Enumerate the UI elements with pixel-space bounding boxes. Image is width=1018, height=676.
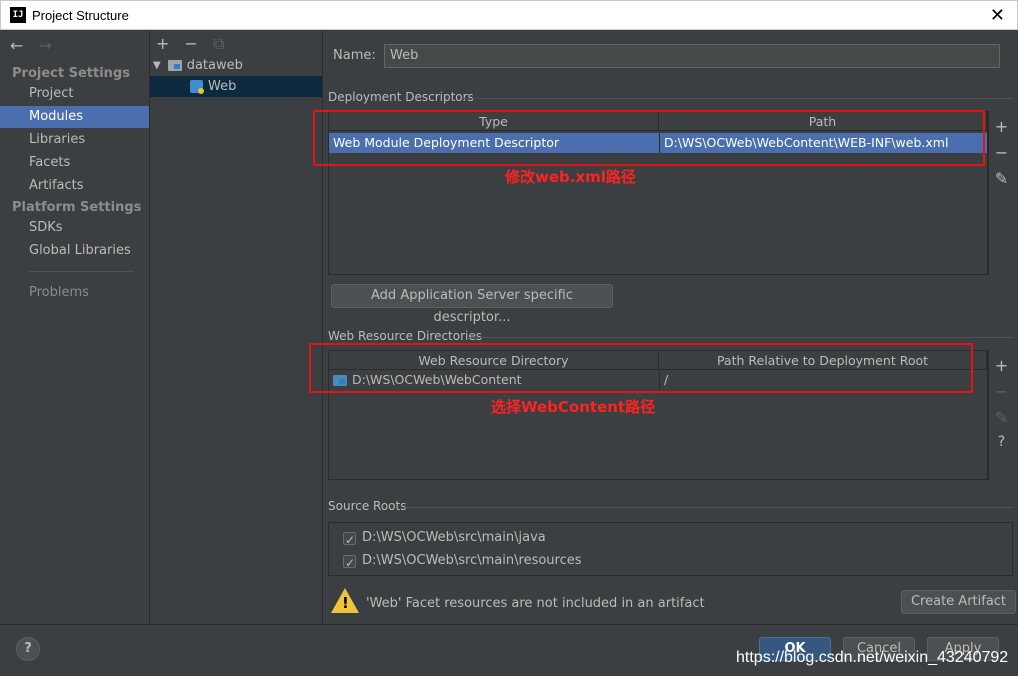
relative-path-cell[interactable]: / <box>659 370 987 390</box>
project-settings-header: Project Settings <box>12 66 130 81</box>
warning-message: 'Web' Facet resources are not included i… <box>366 596 705 611</box>
dialog-footer: ? OK Cancel Apply https://blog.csdn.net/… <box>0 624 1018 676</box>
intellij-app-icon: IJ <box>10 7 26 23</box>
annotation-label: 修改web.xml路径 <box>505 168 636 186</box>
descriptor-type-cell[interactable]: Web Module Deployment Descriptor <box>329 133 659 153</box>
sidebar-item-problems[interactable]: Problems <box>0 282 149 304</box>
resources-toolbar: + − ✎ ? <box>988 350 1013 480</box>
sidebar-item-project[interactable]: Project <box>0 83 149 105</box>
list-item[interactable]: D:\WS\OCWeb\src\main\java <box>343 528 546 550</box>
sidebar-item-modules[interactable]: Modules <box>0 106 149 128</box>
help-button[interactable]: ? <box>16 637 40 661</box>
web-facet-icon <box>190 80 204 94</box>
source-roots-list: D:\WS\OCWeb\src\main\java D:\WS\OCWeb\sr… <box>328 522 1013 576</box>
table-row[interactable]: D:\WS\OCWeb\WebContent <box>333 370 659 390</box>
sidebar-item-sdks[interactable]: SDKs <box>0 217 149 239</box>
add-module-icon[interactable]: + <box>156 34 169 53</box>
tree-item-dataweb[interactable]: ▼ dataweb <box>150 55 322 76</box>
close-icon[interactable]: ✕ <box>990 5 1005 26</box>
deployment-toolbar: + − ✎ <box>988 111 1013 275</box>
resource-directory-cell: D:\WS\OCWeb\WebContent <box>352 372 522 387</box>
back-arrow-icon[interactable]: ← <box>10 36 23 55</box>
sidebar-item-global-libraries[interactable]: Global Libraries <box>0 240 149 262</box>
sidebar-item-libraries[interactable]: Libraries <box>0 129 149 151</box>
title-bar: IJ Project Structure ✕ <box>0 0 1018 30</box>
sidebar-item-artifacts[interactable]: Artifacts <box>0 175 149 197</box>
create-artifact-button[interactable]: Create Artifact <box>901 590 1016 614</box>
watermark-text: https://blog.csdn.net/weixin_43240792 <box>736 649 1009 666</box>
deployment-descriptors-label: Deployment Descriptors <box>328 90 474 104</box>
name-label: Name: <box>333 48 376 63</box>
group-divider <box>468 337 1013 338</box>
source-root-checkbox[interactable] <box>343 530 356 550</box>
module-tree: + − ⧉ ▼ dataweb Web <box>150 30 323 624</box>
source-root-checkbox[interactable] <box>343 553 356 573</box>
expand-arrow-icon[interactable]: ▼ <box>153 55 161 76</box>
column-header-resource-directory[interactable]: Web Resource Directory <box>329 351 659 370</box>
column-header-type[interactable]: Type <box>329 112 659 131</box>
column-header-path[interactable]: Path <box>659 112 987 131</box>
group-divider <box>403 507 1013 508</box>
name-input[interactable]: Web <box>384 44 1000 68</box>
settings-sidebar: ← → Project Settings Project Modules Lib… <box>0 30 150 624</box>
source-roots-label: Source Roots <box>328 499 407 513</box>
module-folder-icon <box>167 60 182 71</box>
tree-toolbar: + − ⧉ <box>156 34 234 54</box>
remove-icon[interactable]: − <box>989 143 1014 162</box>
add-icon[interactable]: + <box>989 117 1014 136</box>
remove-icon[interactable]: − <box>989 382 1014 401</box>
tree-item-web[interactable]: Web <box>150 76 322 97</box>
sidebar-item-facets[interactable]: Facets <box>0 152 149 174</box>
platform-settings-header: Platform Settings <box>12 200 142 215</box>
web-resource-directories-label: Web Resource Directories <box>328 329 482 343</box>
column-header-relative-path[interactable]: Path Relative to Deployment Root <box>659 351 987 370</box>
tree-item-label: dataweb <box>186 58 243 73</box>
deployment-descriptors-table: Type Path Web Module Deployment Descript… <box>328 111 988 275</box>
help-icon[interactable]: ? <box>989 434 1014 450</box>
tree-item-label: Web <box>208 79 237 94</box>
list-item[interactable]: D:\WS\OCWeb\src\main\resources <box>343 551 582 573</box>
descriptor-path-cell[interactable]: D:\WS\OCWeb\WebContent\WEB-INF\web.xml <box>659 133 987 153</box>
group-divider <box>463 98 1013 99</box>
facet-settings-panel: Name: Web Deployment Descriptors Type Pa… <box>323 30 1018 624</box>
web-resource-directories-table: Web Resource Directory Path Relative to … <box>328 350 988 480</box>
source-root-path: D:\WS\OCWeb\src\main\java <box>362 530 546 545</box>
copy-module-icon[interactable]: ⧉ <box>213 34 224 53</box>
edit-pencil-icon[interactable]: ✎ <box>989 169 1014 188</box>
web-folder-icon <box>333 374 347 386</box>
forward-arrow-icon[interactable]: → <box>39 36 52 55</box>
remove-module-icon[interactable]: − <box>185 34 198 53</box>
window-title: Project Structure <box>32 7 129 23</box>
warning-icon: ! <box>331 588 359 613</box>
add-server-descriptor-button[interactable]: Add Application Server specific descript… <box>331 284 613 325</box>
source-root-path: D:\WS\OCWeb\src\main\resources <box>362 553 582 568</box>
sidebar-divider <box>29 271 134 272</box>
edit-pencil-icon[interactable]: ✎ <box>989 408 1014 427</box>
nav-arrows: ← → <box>10 36 52 55</box>
annotation-label: 选择WebContent路径 <box>491 398 656 416</box>
add-icon[interactable]: + <box>989 356 1014 375</box>
